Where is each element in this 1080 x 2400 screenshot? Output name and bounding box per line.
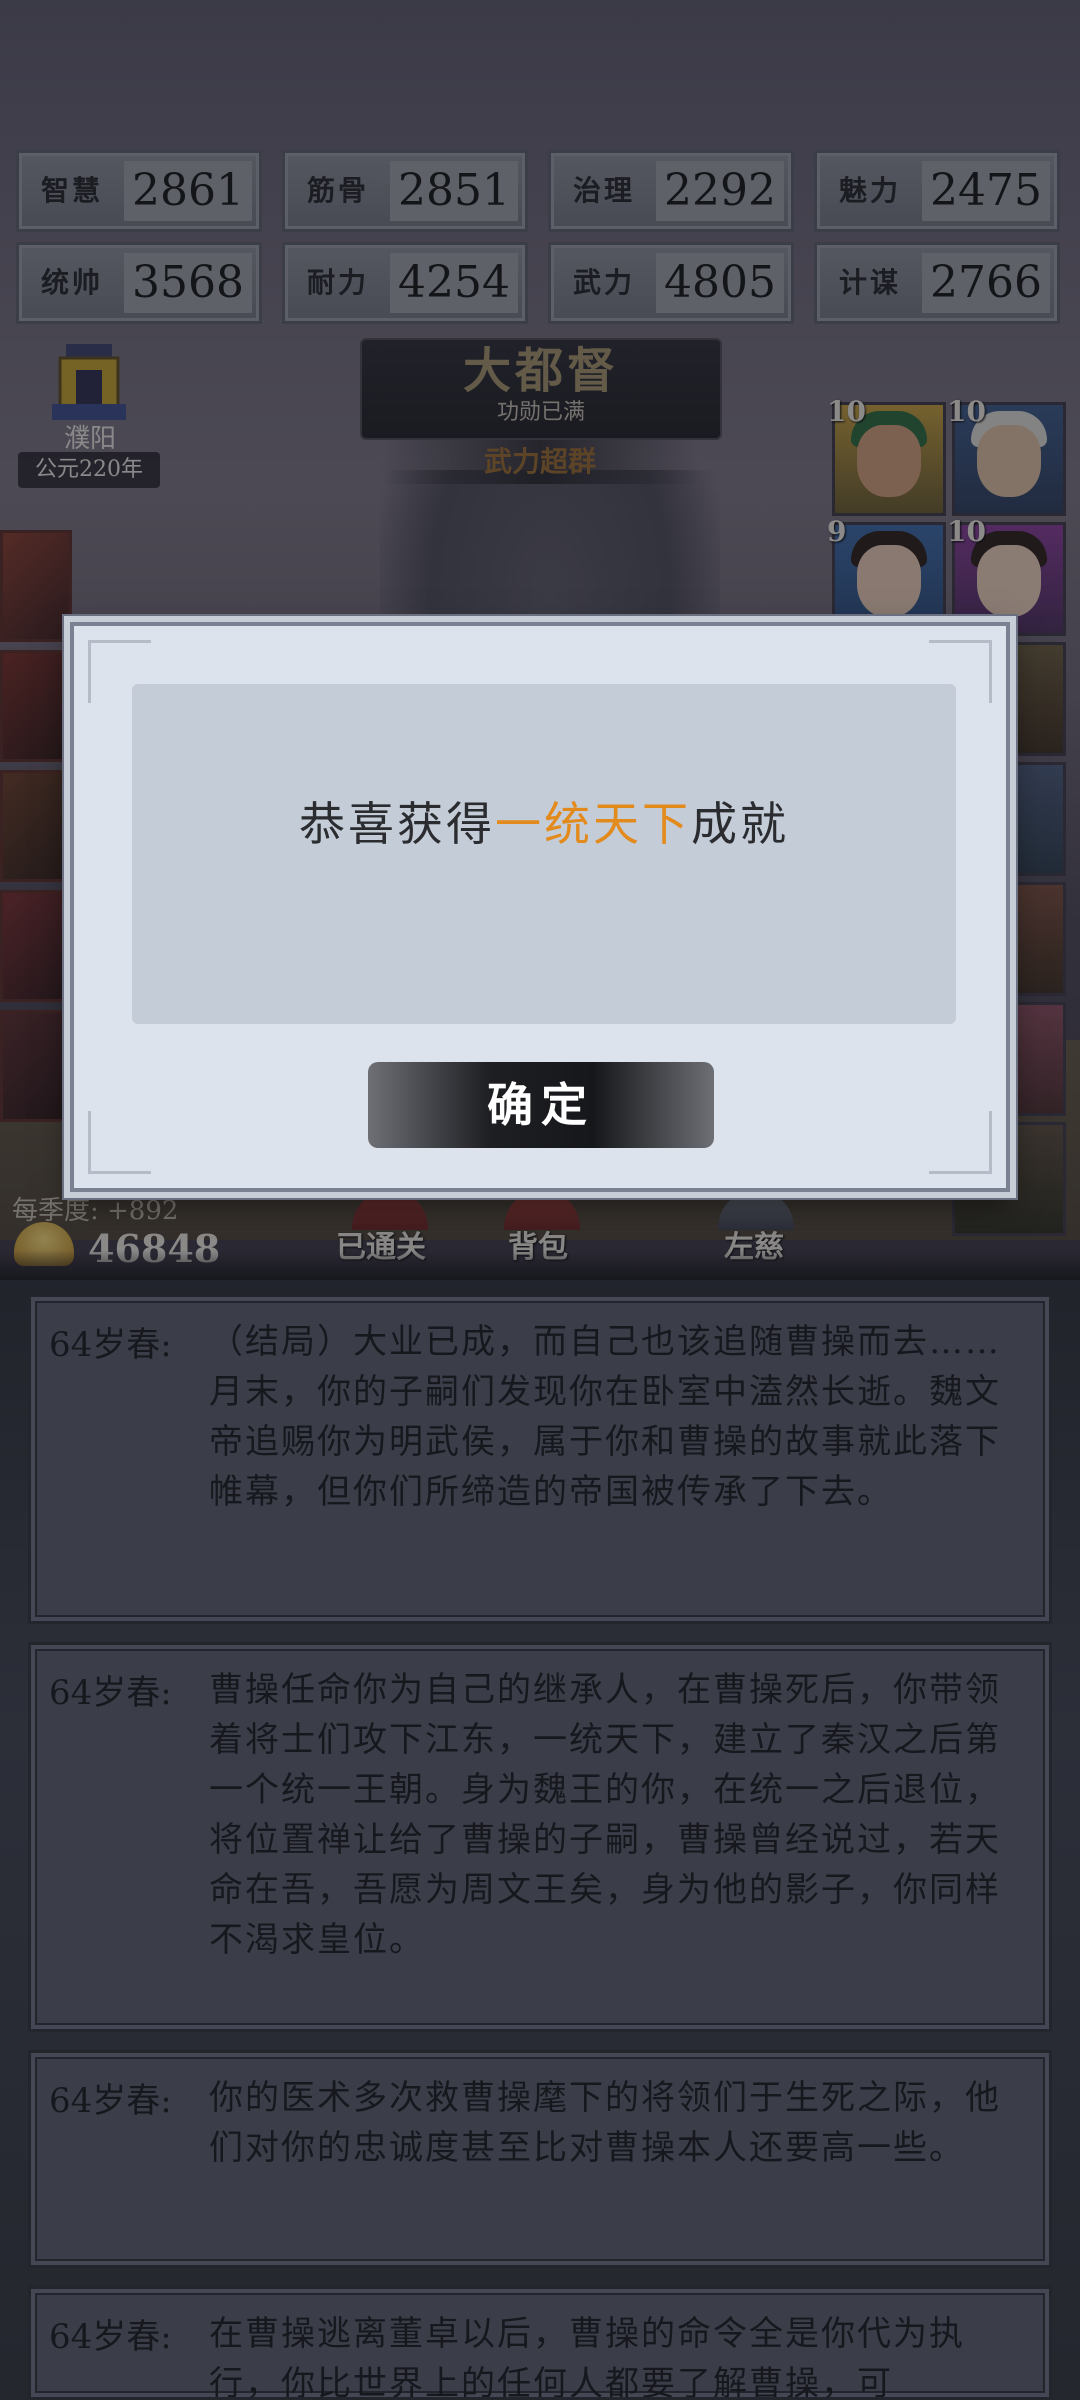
dialog-corner-ornament xyxy=(88,1111,151,1174)
dialog-message-panel: 恭喜获得一统天下成就 xyxy=(132,684,956,1024)
confirm-button[interactable]: 确定 xyxy=(368,1062,714,1148)
message-prefix: 恭喜获得 xyxy=(299,797,495,851)
achievement-dialog: 恭喜获得一统天下成就 确定 xyxy=(70,622,1010,1192)
achievement-name: 一统天下 xyxy=(495,797,691,851)
message-suffix: 成就 xyxy=(691,797,789,851)
achievement-message: 恭喜获得一统天下成就 xyxy=(132,684,956,964)
modal-overlay xyxy=(0,0,1080,2400)
dialog-corner-ornament xyxy=(929,1111,992,1174)
